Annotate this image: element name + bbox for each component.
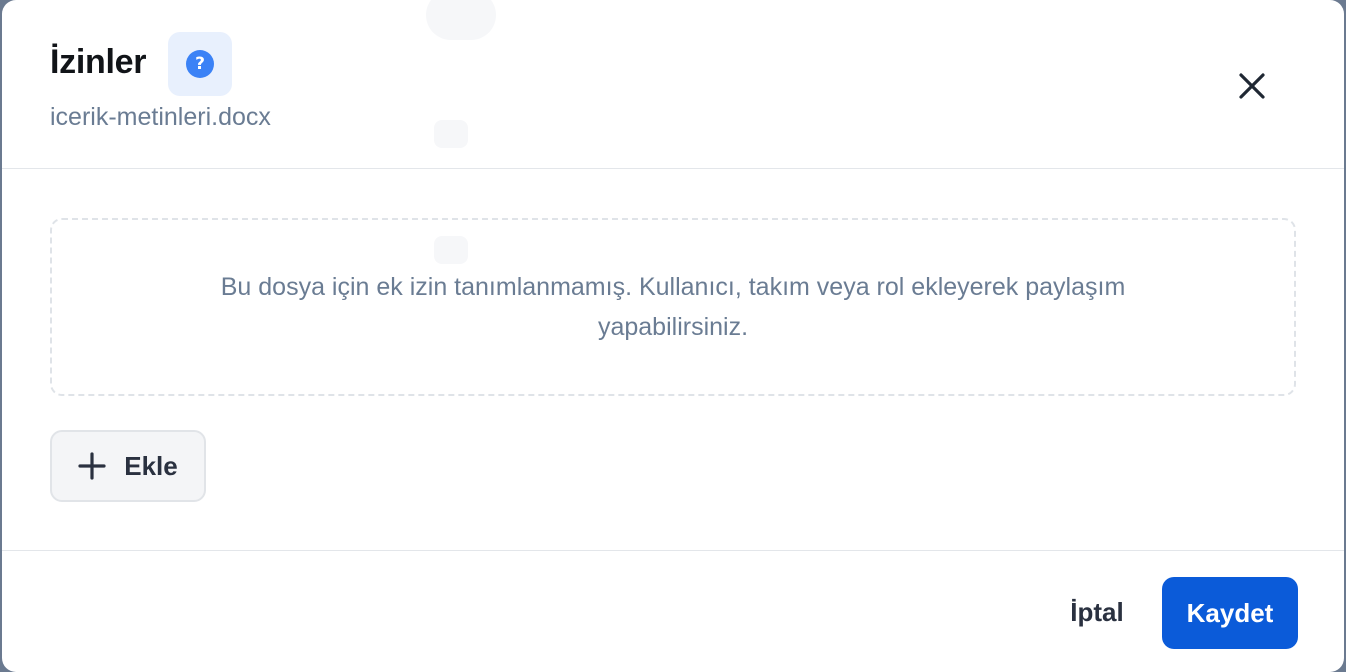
empty-permissions-placeholder: Bu dosya için ek izin tanımlanmamış. Kul…	[50, 218, 1296, 396]
permissions-dialog: İzinler ? icerik-metinleri.docx Bu dosya…	[2, 0, 1344, 672]
help-button[interactable]: ?	[168, 32, 232, 96]
add-permission-button[interactable]: Ekle	[50, 430, 206, 502]
save-button[interactable]: Kaydet	[1162, 577, 1298, 649]
add-permission-label: Ekle	[124, 450, 178, 481]
question-mark-icon: ?	[186, 50, 214, 78]
file-name: icerik-metinleri.docx	[50, 103, 271, 131]
dialog-header: İzinler ? icerik-metinleri.docx	[2, 0, 1344, 169]
close-button[interactable]	[1228, 62, 1276, 110]
plus-icon	[78, 452, 106, 480]
dialog-footer: İptal Kaydet	[2, 550, 1344, 672]
close-icon	[1239, 73, 1265, 99]
cancel-button[interactable]: İptal	[1054, 577, 1140, 647]
dialog-title: İzinler	[50, 43, 147, 81]
empty-permissions-message: Bu dosya için ek izin tanımlanmamış. Kul…	[220, 273, 1126, 341]
